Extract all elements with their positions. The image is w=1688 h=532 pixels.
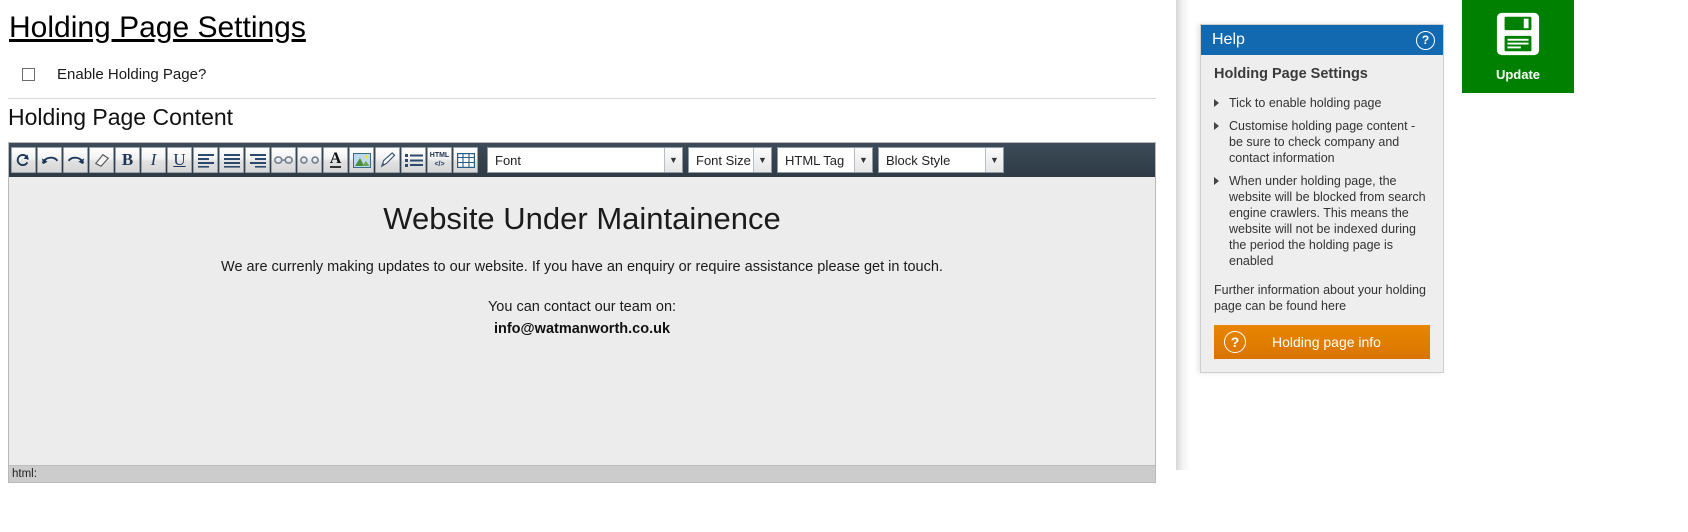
eraser-icon[interactable]	[89, 147, 114, 173]
editor-heading: Website Under Maintainence	[383, 201, 781, 236]
insert-image-icon[interactable]	[349, 147, 374, 173]
bullet-list-icon[interactable]	[401, 147, 426, 173]
enable-holding-page-label: Enable Holding Page?	[57, 66, 207, 83]
editor-contact-email: info@watmanworth.co.uk	[493, 321, 671, 337]
help-bullet-text: Customise holding page content - be sure…	[1229, 119, 1416, 165]
triangle-bullet-icon	[1214, 99, 1219, 107]
rich-text-editor: B I U A HTML </> Font ▼ Font Size ▼ HTML…	[8, 142, 1156, 483]
redo-circular-icon[interactable]	[11, 147, 36, 173]
font-family-select[interactable]: Font ▼	[487, 147, 683, 173]
editor-paragraph: We are currenly making updates to our we…	[221, 259, 943, 275]
help-bullet-text: Tick to enable holding page	[1229, 96, 1382, 110]
font-family-select-value: Font	[495, 152, 522, 168]
undo-arrow-icon[interactable]	[37, 147, 62, 173]
holding-page-content-title: Holding Page Content	[8, 104, 234, 130]
font-size-select-value: Font Size	[696, 152, 751, 168]
remove-link-icon[interactable]	[297, 147, 322, 173]
redo-arrow-icon[interactable]	[63, 147, 88, 173]
help-panel-body: Holding Page Settings Tick to enable hol…	[1201, 55, 1443, 372]
enable-holding-page-row[interactable]: Enable Holding Page?	[22, 66, 206, 83]
main-content-column: Holding Page Settings Enable Holding Pag…	[0, 0, 1175, 532]
font-color-icon[interactable]: A	[323, 147, 348, 173]
editor-contact-line: You can contact our team on:	[487, 299, 677, 315]
triangle-bullet-icon	[1214, 122, 1219, 130]
align-right-icon[interactable]	[245, 147, 270, 173]
list-item: Customise holding page content - be sure…	[1214, 118, 1430, 166]
format-painter-icon[interactable]	[375, 147, 400, 173]
html-tag-select-value: HTML Tag	[785, 152, 845, 168]
help-subtitle: Holding Page Settings	[1214, 66, 1368, 82]
update-button-label: Update	[1495, 67, 1541, 82]
list-item: Tick to enable holding page	[1214, 95, 1430, 111]
chevron-down-icon: ▼	[664, 148, 682, 172]
align-justify-icon[interactable]	[219, 147, 244, 173]
italic-icon[interactable]: I	[141, 147, 166, 173]
editor-status-bar: html:	[9, 465, 1155, 482]
insert-table-icon[interactable]	[453, 147, 478, 173]
page-title: Holding Page Settings	[9, 11, 306, 44]
triangle-bullet-icon	[1214, 177, 1219, 185]
font-size-select[interactable]: Font Size ▼	[688, 147, 772, 173]
holding-page-info-button[interactable]: ? Holding page info	[1214, 325, 1430, 359]
panel-shadow	[1176, 0, 1190, 470]
enable-holding-page-checkbox[interactable]	[22, 68, 35, 81]
underline-icon[interactable]: U	[167, 147, 192, 173]
editor-toolbar: B I U A HTML </> Font ▼ Font Size ▼ HTML…	[9, 143, 1155, 177]
help-bullet-list: Tick to enable holding page Customise ho…	[1214, 95, 1430, 269]
question-mark-icon: ?	[1224, 331, 1246, 353]
floppy-disk-save-icon	[1495, 11, 1541, 62]
html-source-icon[interactable]: HTML </>	[427, 147, 452, 173]
editor-status-text: html:	[12, 468, 37, 480]
editor-content-area[interactable]: Website Under Maintainence We are curren…	[9, 177, 1155, 465]
help-panel: Help ? Holding Page Settings Tick to ena…	[1200, 24, 1444, 373]
block-style-select-value: Block Style	[886, 152, 951, 168]
question-mark-icon[interactable]: ?	[1416, 30, 1435, 50]
help-panel-title: Help	[1212, 31, 1245, 48]
holding-page-info-label: Holding page info	[1272, 334, 1381, 350]
list-item: When under holding page, the website wil…	[1214, 173, 1430, 269]
block-style-select[interactable]: Block Style ▼	[878, 147, 1004, 173]
html-tag-select[interactable]: HTML Tag ▼	[777, 147, 873, 173]
chevron-down-icon: ▼	[985, 148, 1003, 172]
section-divider	[8, 98, 1156, 99]
help-bullet-text: When under holding page, the website wil…	[1229, 174, 1426, 268]
chevron-down-icon: ▼	[854, 148, 872, 172]
help-note: Further information about your holding p…	[1214, 283, 1426, 313]
update-button[interactable]: Update	[1462, 0, 1574, 93]
chevron-down-icon: ▼	[753, 148, 771, 172]
bold-icon[interactable]: B	[115, 147, 140, 173]
insert-link-icon[interactable]	[271, 147, 296, 173]
help-panel-header: Help ?	[1201, 25, 1443, 55]
align-left-icon[interactable]	[193, 147, 218, 173]
